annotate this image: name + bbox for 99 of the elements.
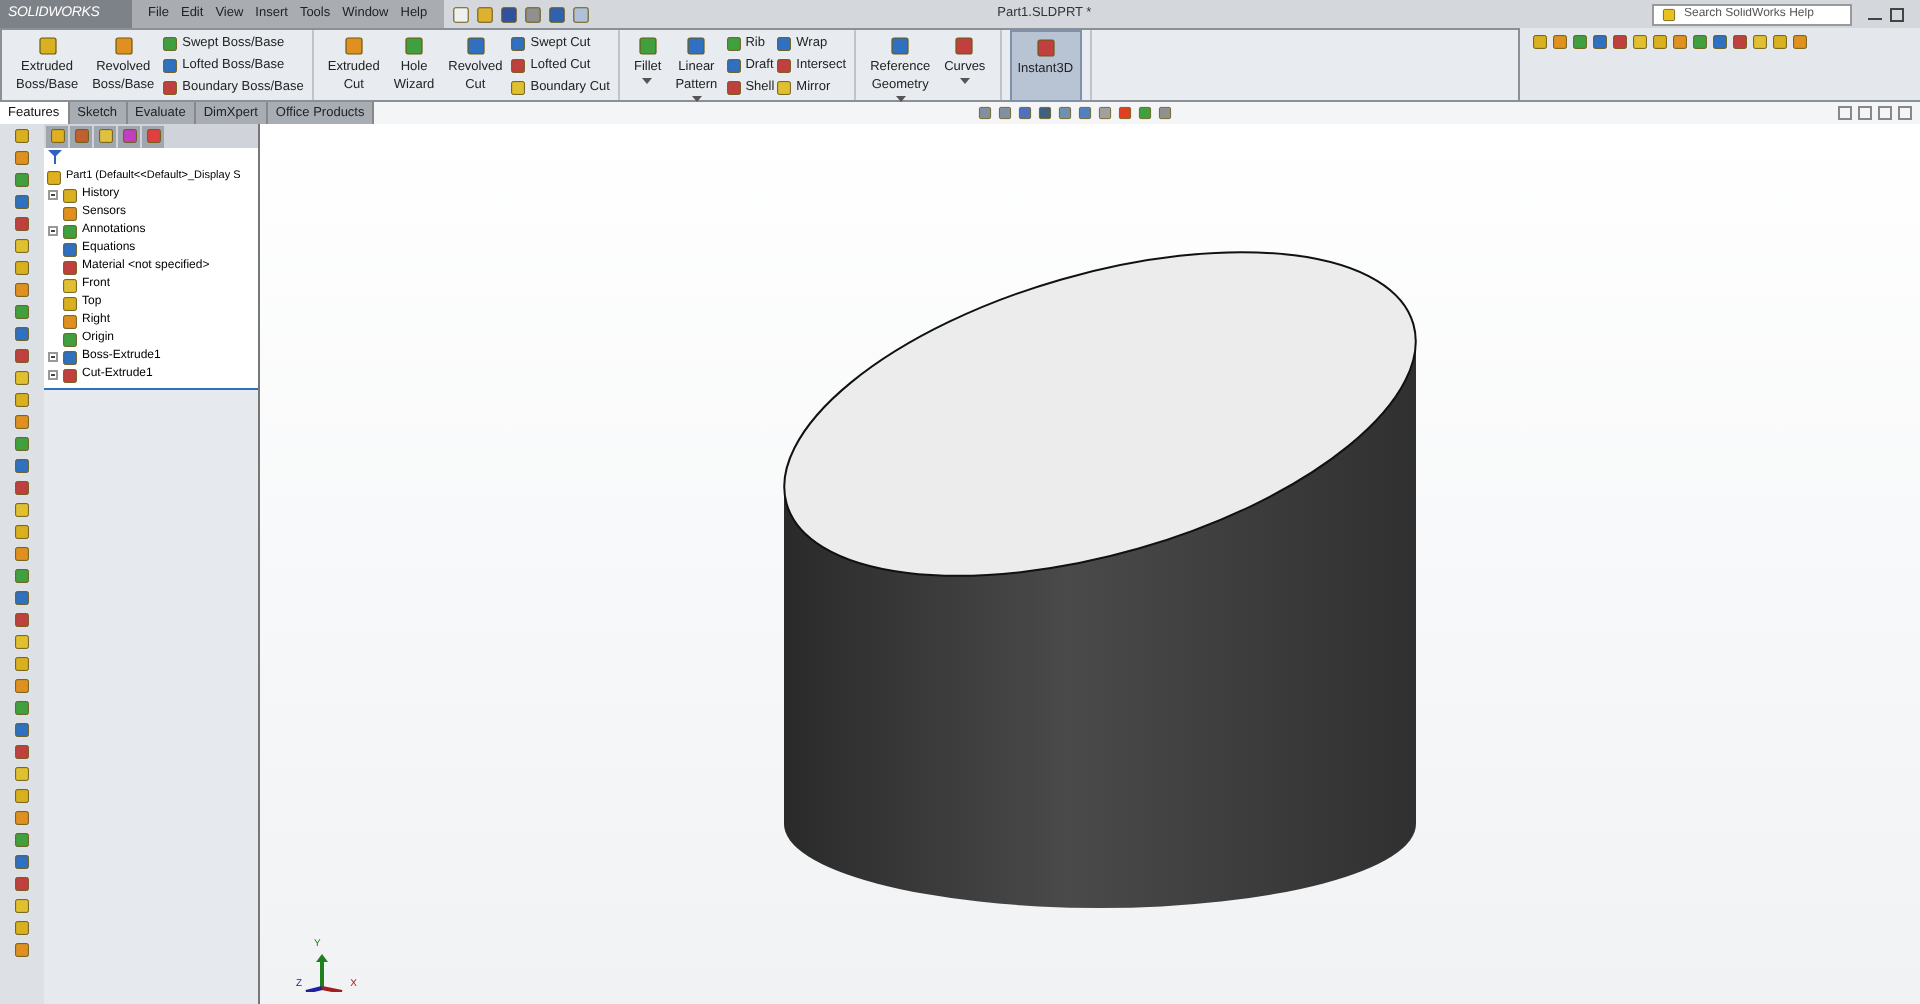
square-icon[interactable] [14, 942, 30, 958]
square-icon[interactable] [1078, 106, 1093, 120]
square-icon[interactable] [1692, 34, 1708, 50]
square-icon[interactable] [637, 36, 658, 56]
square-icon[interactable] [1632, 34, 1648, 50]
square-icon[interactable] [725, 79, 742, 95]
square-icon[interactable] [14, 788, 30, 804]
square-icon[interactable] [776, 79, 793, 95]
square-icon[interactable] [510, 35, 527, 51]
part-icon[interactable] [46, 169, 62, 185]
square-icon[interactable] [14, 194, 30, 210]
square-icon[interactable] [1572, 34, 1588, 50]
square-icon[interactable] [14, 568, 30, 584]
square-icon[interactable] [14, 612, 30, 628]
square-icon[interactable] [14, 436, 30, 452]
expand-icon[interactable] [48, 352, 58, 362]
square-icon[interactable] [14, 326, 30, 342]
square-icon[interactable] [14, 502, 30, 518]
square-icon[interactable] [1058, 106, 1073, 120]
expand-icon[interactable] [48, 190, 58, 200]
square-icon[interactable] [162, 79, 179, 95]
square-icon[interactable] [14, 920, 30, 936]
square-icon[interactable] [14, 348, 30, 364]
square-icon[interactable] [343, 36, 364, 56]
square-icon[interactable] [499, 5, 518, 23]
caret-icon[interactable] [642, 78, 653, 86]
square-icon[interactable] [14, 216, 30, 232]
square-icon[interactable] [14, 766, 30, 782]
square-icon[interactable] [1158, 106, 1173, 120]
square-icon[interactable] [725, 35, 742, 51]
square-icon[interactable] [14, 590, 30, 606]
square-icon[interactable] [725, 57, 742, 73]
square-icon[interactable] [14, 392, 30, 408]
square-icon[interactable] [14, 480, 30, 496]
square-icon[interactable] [14, 370, 30, 386]
square-icon[interactable] [162, 35, 179, 51]
square-icon[interactable] [14, 414, 30, 430]
square-icon[interactable] [14, 876, 30, 892]
square-icon[interactable] [1792, 34, 1808, 50]
expand-icon[interactable] [48, 226, 58, 236]
square-icon[interactable] [14, 172, 30, 188]
square-icon[interactable] [1018, 106, 1033, 120]
square-icon[interactable] [571, 5, 590, 23]
square-icon[interactable] [404, 36, 424, 56]
square-icon[interactable] [14, 700, 30, 716]
restore-icon[interactable] [1890, 7, 1904, 21]
square-icon[interactable] [14, 898, 30, 914]
square-icon[interactable] [37, 36, 58, 56]
square-icon[interactable] [1552, 34, 1568, 50]
square-icon[interactable] [776, 57, 793, 73]
square-icon[interactable] [1752, 34, 1768, 50]
square-icon[interactable] [1652, 34, 1668, 50]
square-icon[interactable] [776, 35, 793, 51]
square-icon[interactable] [1592, 34, 1608, 50]
square-icon[interactable] [1532, 34, 1548, 50]
square-icon[interactable] [14, 128, 30, 144]
square-icon[interactable] [14, 546, 30, 562]
square-icon[interactable] [465, 36, 486, 56]
expand-icon[interactable] [48, 370, 58, 380]
square-icon[interactable] [890, 36, 911, 56]
square-icon[interactable] [1772, 34, 1788, 50]
square-icon[interactable] [547, 5, 566, 23]
square-icon[interactable] [113, 36, 134, 56]
square-icon[interactable] [510, 79, 527, 95]
square-icon[interactable] [1035, 38, 1056, 58]
square-icon[interactable] [14, 744, 30, 760]
square-icon[interactable] [523, 5, 542, 23]
square-icon[interactable] [510, 57, 527, 73]
square-icon[interactable] [14, 634, 30, 650]
square-icon[interactable] [998, 106, 1013, 120]
square-icon[interactable] [1038, 106, 1053, 120]
square-icon[interactable] [1672, 34, 1688, 50]
help-icon[interactable] [1662, 7, 1676, 21]
square-icon[interactable] [14, 722, 30, 738]
square-icon[interactable] [14, 524, 30, 540]
square-icon[interactable] [14, 810, 30, 826]
square-icon[interactable] [1098, 106, 1113, 120]
square-icon[interactable] [14, 832, 30, 848]
square-icon[interactable] [1118, 106, 1133, 120]
square-icon[interactable] [14, 656, 30, 672]
square-icon[interactable] [954, 36, 975, 56]
square-icon[interactable] [14, 304, 30, 320]
square-icon[interactable] [14, 150, 30, 166]
caret-icon[interactable] [959, 78, 970, 86]
square-icon[interactable] [475, 5, 494, 23]
square-icon[interactable] [162, 57, 179, 73]
square-icon[interactable] [1712, 34, 1728, 50]
square-icon[interactable] [14, 260, 30, 276]
square-icon[interactable] [1612, 34, 1628, 50]
square-icon[interactable] [14, 854, 30, 870]
square-icon[interactable] [14, 678, 30, 694]
square-icon[interactable] [686, 36, 707, 56]
square-icon[interactable] [451, 5, 470, 23]
square-icon[interactable] [978, 106, 993, 120]
square-icon[interactable] [14, 282, 30, 298]
square-icon[interactable] [1732, 34, 1748, 50]
square-icon[interactable] [14, 458, 30, 474]
square-icon[interactable] [1138, 106, 1153, 120]
square-icon[interactable] [14, 238, 30, 254]
